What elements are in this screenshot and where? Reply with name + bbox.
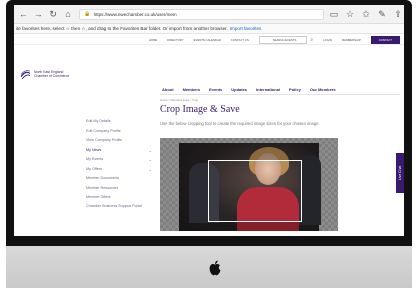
- nav-international[interactable]: International: [256, 87, 280, 92]
- home-icon[interactable]: ⌂: [63, 8, 74, 20]
- sidebar-item-business-support-portal[interactable]: Chamber Business Support Portal: [86, 203, 152, 215]
- refresh-icon[interactable]: ↻: [48, 8, 59, 20]
- sidebar-item-label: My Offers: [86, 166, 102, 171]
- crop-selection-handle[interactable]: [208, 160, 302, 222]
- nav-our-members[interactable]: Our Members: [310, 87, 336, 92]
- search-icon[interactable]: ⌕: [310, 37, 313, 43]
- page-intro: Use the below cropping tool to create th…: [160, 121, 320, 126]
- chevron-down-icon[interactable]: ⌄: [149, 146, 152, 156]
- contact-button[interactable]: Contact: [370, 35, 400, 44]
- photo-background-person: [299, 155, 321, 225]
- forward-icon[interactable]: →: [33, 8, 44, 20]
- sidebar-item-label: Edit Company Profile: [86, 128, 121, 133]
- apple-logo-icon: [209, 260, 221, 276]
- sidebar-item-my-news[interactable]: My News ⌄: [86, 146, 152, 156]
- sidebar-item-label: View Company Profile: [86, 138, 123, 142]
- sidebar-item-edit-company-profile[interactable]: Edit Company Profile: [86, 127, 152, 137]
- lock-icon: 🔒: [84, 11, 91, 17]
- topnav-events-calendar[interactable]: Events Calendar: [194, 38, 221, 42]
- back-icon[interactable]: ←: [18, 8, 29, 20]
- breadcrumb[interactable]: Home > Members Area > Crop: [160, 98, 198, 102]
- sidebar-item-view-company-profile[interactable]: View Company Profile: [86, 136, 152, 146]
- browser-toolbar: ← → ↻ ⌂ 🔒 https://www.nwechamber.co.uk/u…: [14, 5, 404, 24]
- nav-updates[interactable]: Updates: [231, 87, 247, 92]
- chevron-down-icon[interactable]: ⌄: [149, 165, 152, 175]
- import-favorites-link[interactable]: Import favorites: [230, 26, 262, 31]
- sidebar-item-member-offers[interactable]: Member Offers: [86, 193, 152, 203]
- sidebar-item-my-events[interactable]: My Events ⌄: [86, 155, 152, 165]
- chevron-down-icon[interactable]: ⌄: [149, 155, 152, 165]
- sidebar-item-label: Edit My Details: [86, 119, 111, 123]
- topnav-directory[interactable]: Directory: [167, 38, 183, 42]
- site-top-nav: Home Directory Events Calendar Contact U…: [14, 35, 404, 45]
- nav-divider: [160, 94, 400, 95]
- topnav-contact-us[interactable]: Contact Us: [231, 38, 249, 42]
- org-name-line2: Chamber of Commerce: [34, 74, 70, 79]
- chamber-logo-icon[interactable]: [20, 69, 31, 80]
- topnav-membership[interactable]: Membership: [342, 38, 361, 42]
- share-icon[interactable]: ⇪: [392, 8, 404, 20]
- imac-frame: ← → ↻ ⌂ 🔒 https://www.nwechamber.co.uk/u…: [0, 0, 418, 288]
- address-bar[interactable]: 🔒 https://www.nwechamber.co.uk/user/mem: [79, 8, 324, 20]
- site-header: North East England Chamber of Commerce A…: [14, 46, 404, 95]
- nav-members[interactable]: Members: [183, 87, 201, 92]
- sidebar-item-member-resources[interactable]: Member Resources: [86, 184, 152, 194]
- crop-canvas[interactable]: [160, 138, 338, 231]
- nav-about[interactable]: About: [162, 87, 174, 92]
- notes-icon[interactable]: ✎: [376, 8, 388, 20]
- favorites-bar: ite favorites here, select ☆ then ☆, and…: [14, 24, 404, 34]
- sidebar-item-label: Member Documents: [86, 176, 120, 180]
- sidebar-item-label: Chamber Business Support Portal: [86, 203, 142, 208]
- favorites-bar-text: ite favorites here, select ☆ then ☆, and…: [16, 25, 228, 31]
- live-chat-button[interactable]: Live Chat: [396, 153, 404, 193]
- topnav-login[interactable]: Login: [323, 38, 332, 42]
- screen: ← → ↻ ⌂ 🔒 https://www.nwechamber.co.uk/u…: [14, 5, 404, 236]
- favorites-hub-icon[interactable]: ✩: [360, 8, 372, 20]
- topnav-home[interactable]: Home: [149, 38, 157, 42]
- sidebar-item-member-documents[interactable]: Member Documents: [86, 174, 152, 184]
- nav-policy[interactable]: Policy: [289, 87, 301, 92]
- sidebar-item-label: My News: [86, 147, 102, 152]
- sidebar-item-label: Member Offers: [86, 195, 111, 199]
- member-sidebar: Edit My Details Edit Company Profile Vie…: [86, 117, 152, 215]
- url-text: https://www.nwechamber.co.uk/user/mem: [93, 11, 177, 17]
- reading-view-icon[interactable]: ▭: [328, 8, 340, 20]
- search-input[interactable]: Search Events: [258, 35, 308, 44]
- nav-events[interactable]: Events: [209, 87, 222, 92]
- sidebar-item-label: My Events: [86, 157, 104, 161]
- sidebar-item-label: Member Resources: [86, 185, 119, 190]
- favorite-star-icon[interactable]: ☆: [344, 8, 356, 20]
- org-name: North East England Chamber of Commerce: [34, 70, 69, 78]
- main-nav: About Members Events Updates Internation…: [162, 87, 345, 92]
- sidebar-item-edit-details[interactable]: Edit My Details: [86, 117, 152, 127]
- sidebar-item-my-offers[interactable]: My Offers ⌄: [86, 165, 152, 175]
- search-placeholder: Search Events: [272, 37, 297, 42]
- page-title: Crop Image & Save: [160, 104, 240, 115]
